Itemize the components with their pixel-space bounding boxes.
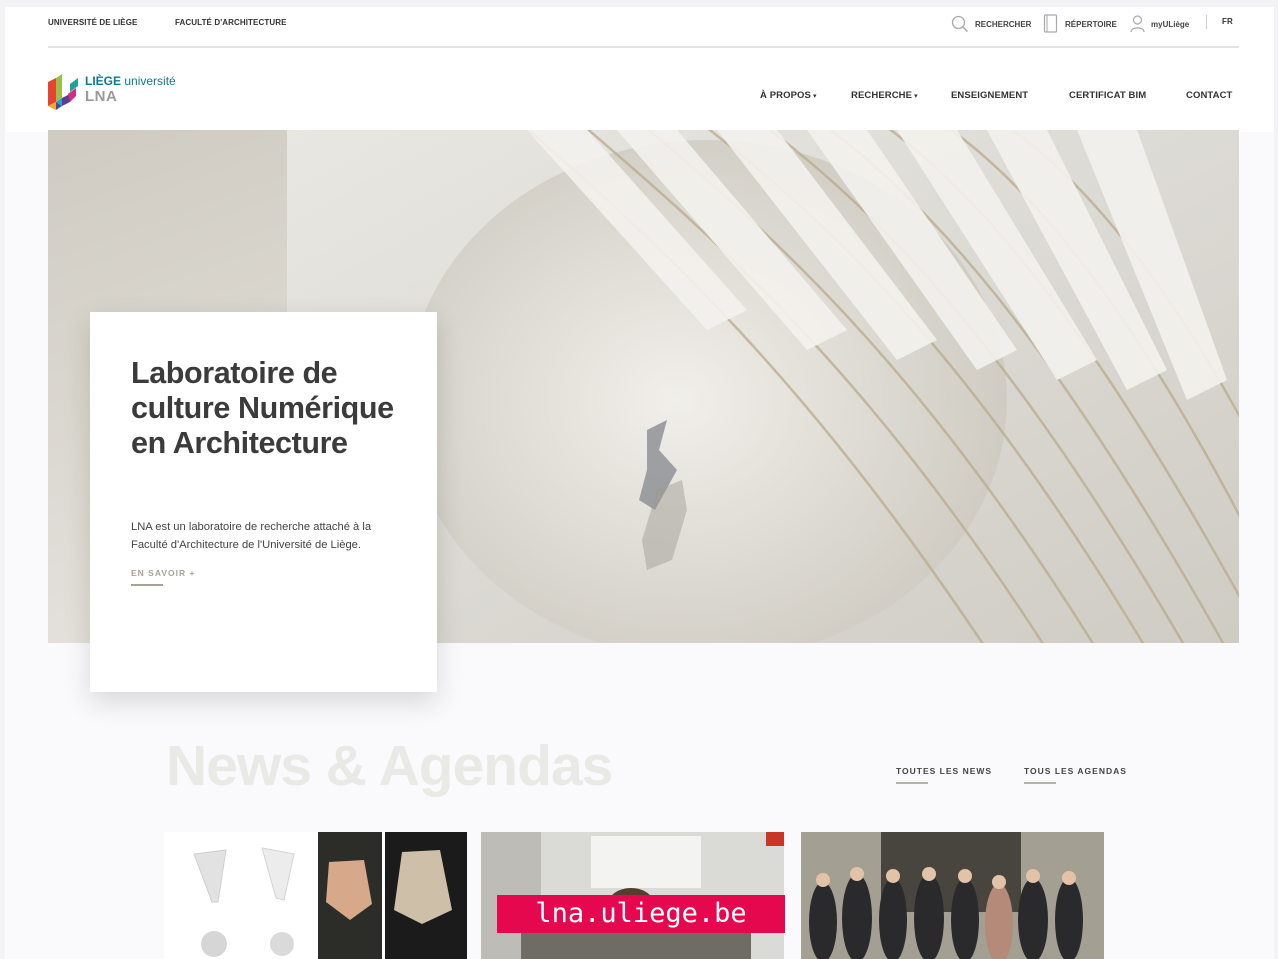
hero-description: LNA est un laboratoire de recherche atta… bbox=[131, 521, 372, 551]
nav-item-label: À PROPOS bbox=[760, 90, 811, 101]
all-agendas-link[interactable]: TOUS LES AGENDAS bbox=[1024, 766, 1127, 776]
search-icon bbox=[951, 15, 969, 33]
link-underline bbox=[131, 584, 163, 586]
caret-down-icon: ▾ bbox=[914, 93, 918, 100]
news-section-title: News & Agendas bbox=[166, 734, 613, 798]
account-label: myULiège bbox=[1151, 19, 1190, 29]
account-link[interactable]: myULiège bbox=[1130, 13, 1189, 35]
university-link[interactable]: UNIVERSITÉ DE LIÈGE bbox=[48, 18, 137, 27]
url-badge: lna.uliege.be bbox=[497, 895, 785, 933]
nav-item-label: CERTIFICAT BIM bbox=[1069, 90, 1147, 101]
nav-item-label: RECHERCHE bbox=[851, 90, 913, 101]
user-icon bbox=[1130, 15, 1145, 33]
all-news-link[interactable]: TOUTES LES NEWS bbox=[896, 766, 992, 776]
news-card[interactable] bbox=[801, 832, 1104, 959]
utility-bar: UNIVERSITÉ DE LIÈGE FACULTÉ D'ARCHITECTU… bbox=[5, 7, 1274, 54]
caret-down-icon: ▾ bbox=[812, 93, 817, 100]
site-header: LIÈGE université LNA À PROPOS ▾ RECHERCHE… bbox=[5, 48, 1274, 132]
news-card-image bbox=[164, 832, 467, 959]
nav-item-recherche[interactable]: RECHERCHE ▾ bbox=[851, 90, 918, 101]
book-icon bbox=[1043, 14, 1058, 33]
learn-more-link[interactable]: EN SAVOIR + bbox=[131, 568, 195, 578]
site-logo[interactable]: LIÈGE université LNA bbox=[48, 72, 188, 110]
search-label: RECHERCHER bbox=[975, 19, 1032, 29]
nav-item-contact[interactable]: CONTACT bbox=[1186, 90, 1232, 101]
divider bbox=[1206, 15, 1207, 29]
directory-link[interactable]: RÉPERTOIRE bbox=[1043, 13, 1117, 35]
link-underline bbox=[896, 782, 928, 784]
news-card[interactable] bbox=[164, 832, 467, 959]
nav-item-certificat-bim[interactable]: CERTIFICAT BIM bbox=[1069, 90, 1146, 101]
faculty-link[interactable]: FACULTÉ D'ARCHITECTURE bbox=[175, 18, 287, 27]
brand-strong: LIÈGE bbox=[85, 74, 122, 88]
directory-label: RÉPERTOIRE bbox=[1065, 19, 1117, 29]
brand-rest: université bbox=[124, 74, 176, 88]
uliege-logo-icon bbox=[48, 74, 78, 110]
nav-item-a-propos[interactable]: À PROPOS ▾ bbox=[760, 90, 817, 101]
brand-name: LIÈGE université bbox=[85, 74, 176, 88]
nav-item-enseignement[interactable]: ENSEIGNEMENT bbox=[951, 90, 1028, 101]
link-underline bbox=[1024, 782, 1056, 784]
search-link[interactable]: RECHERCHER bbox=[951, 13, 1031, 35]
lab-acronym: LNA bbox=[85, 88, 118, 105]
hero-title: Laboratoire de culture Numérique en Arch… bbox=[131, 356, 394, 460]
nav-item-label: ENSEIGNEMENT bbox=[951, 90, 1029, 101]
news-card-image bbox=[801, 832, 1104, 959]
language-switch[interactable]: FR bbox=[1222, 17, 1233, 26]
page-frame: UNIVERSITÉ DE LIÈGE FACULTÉ D'ARCHITECTU… bbox=[5, 7, 1274, 959]
hero-card: Laboratoire de culture Numérique en Arch… bbox=[90, 312, 437, 692]
nav-item-label: CONTACT bbox=[1186, 90, 1233, 101]
